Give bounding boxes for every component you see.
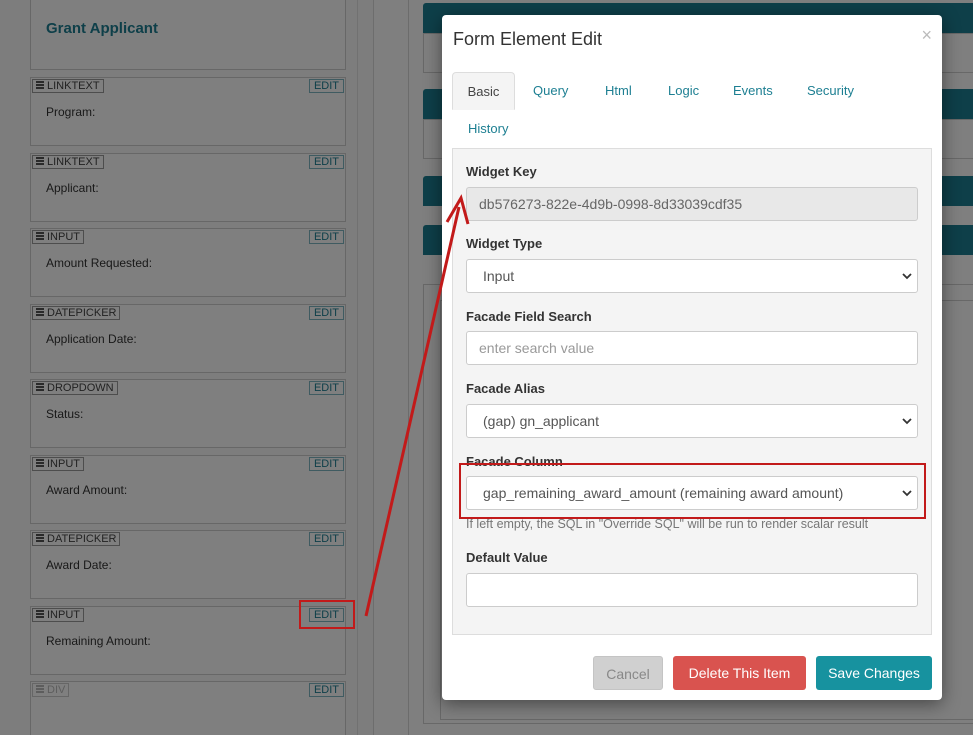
facade-alias-select[interactable]: (gap) gn_applicant (466, 404, 918, 438)
widget-type-label: Widget Type (466, 236, 543, 251)
delete-item-button[interactable]: Delete This Item (673, 656, 806, 690)
tab-security[interactable]: Security (807, 72, 854, 110)
widget-key-field[interactable]: db576273-822e-4d9b-0998-8d33039cdf35 (466, 187, 918, 221)
default-value-input[interactable] (466, 573, 918, 607)
cancel-button[interactable]: Cancel (593, 656, 663, 690)
chevron-down-icon (902, 418, 912, 425)
default-value-label: Default Value (466, 550, 548, 565)
widget-type-value: Input (483, 268, 515, 284)
basic-tab-panel: Widget Key db576273-822e-4d9b-0998-8d330… (452, 148, 932, 635)
facade-field-search-input[interactable]: enter search value (466, 331, 918, 365)
facade-alias-value: (gap) gn_applicant (483, 413, 599, 429)
widget-type-select[interactable]: Input (466, 259, 918, 293)
tab-events[interactable]: Events (733, 72, 773, 110)
highlight-box-edit (299, 600, 355, 629)
facade-alias-label: Facade Alias (466, 381, 546, 396)
chevron-down-icon (902, 273, 912, 280)
close-icon[interactable]: × (921, 25, 932, 46)
tab-logic[interactable]: Logic (668, 72, 699, 110)
widget-key-label: Widget Key (466, 164, 537, 179)
form-element-edit-modal: Form Element Edit × Basic Query Html Log… (442, 15, 942, 700)
facade-column-hint: If left empty, the SQL in "Override SQL"… (466, 517, 869, 531)
save-changes-button[interactable]: Save Changes (816, 656, 932, 690)
tab-html[interactable]: Html (605, 72, 632, 110)
tab-history[interactable]: History (468, 110, 508, 148)
tab-basic[interactable]: Basic (452, 72, 515, 110)
modal-title: Form Element Edit (453, 29, 603, 49)
highlight-box-facade-column (459, 463, 926, 519)
facade-field-search-label: Facade Field Search (466, 309, 592, 324)
tab-query[interactable]: Query (533, 72, 568, 110)
